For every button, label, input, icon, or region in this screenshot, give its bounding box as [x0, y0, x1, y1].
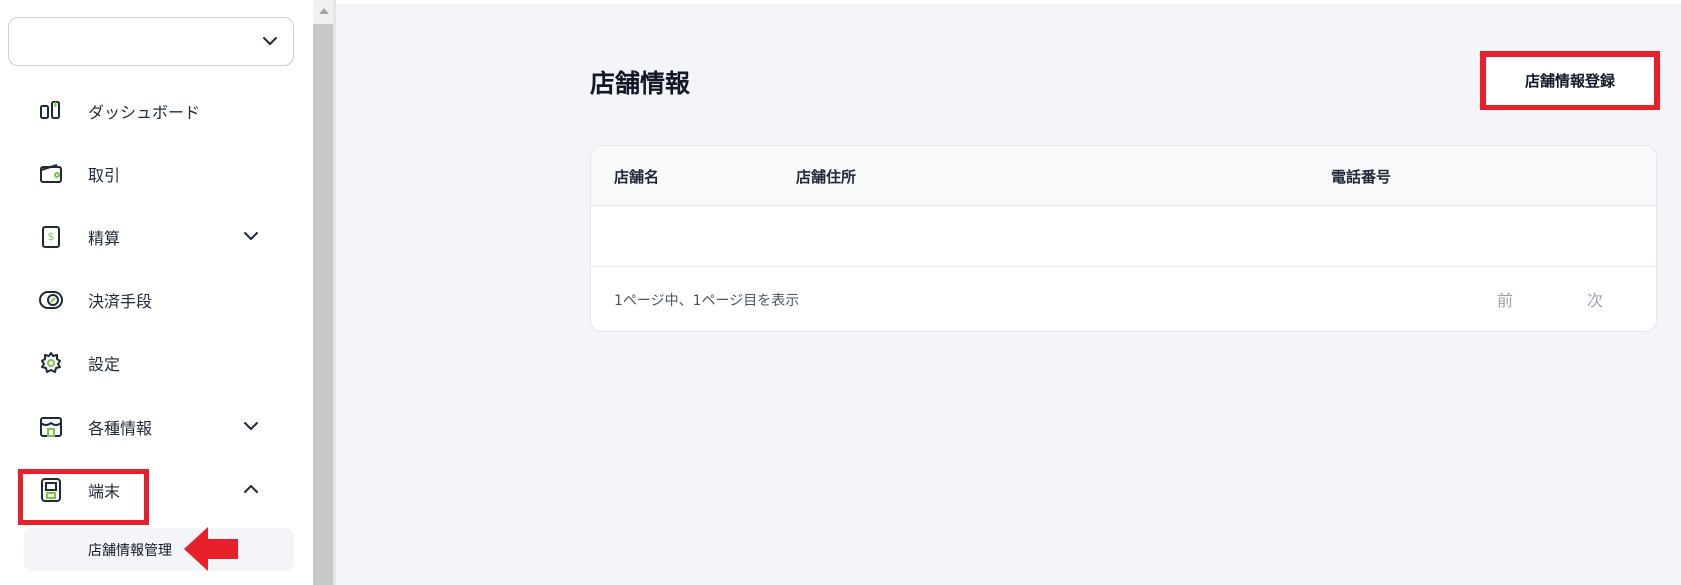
gear-icon — [38, 350, 64, 376]
dollar-receipt-icon: $ — [38, 224, 64, 250]
sidebar-item-label: 精算 — [88, 229, 121, 248]
sidebar-item-transactions[interactable]: 取引 — [0, 149, 294, 197]
dashboard-icon — [38, 98, 64, 124]
page-title: 店舗情報 — [590, 69, 691, 98]
store-table: 店舗名 店舗住所 電話番号 1ページ中、1ページ目を表示 前 次 — [590, 145, 1657, 332]
sidebar-subitem-store-info-management[interactable]: 店舗情報管理 — [24, 528, 294, 571]
top-divider — [336, 0, 1681, 4]
sidebar: ダッシュボード 取引 $ 精算 決済手段 設定 各種情報 端末 店舗情報管理 — [0, 0, 313, 585]
sidebar-subitem-label: 店舗情報管理 — [88, 543, 172, 559]
sidebar-item-label: 各種情報 — [88, 419, 153, 438]
sidebar-item-various-info[interactable]: 各種情報 — [0, 402, 294, 450]
red-arrow-left-icon — [184, 526, 240, 576]
store-icon — [38, 414, 64, 440]
scroll-up-arrow-icon — [319, 8, 329, 14]
sidebar-item-settlement[interactable]: $ 精算 — [0, 212, 294, 260]
pagination-summary: 1ページ中、1ページ目を表示 — [614, 293, 800, 309]
app-root: ダッシュボード 取引 $ 精算 決済手段 設定 各種情報 端末 店舗情報管理 店… — [0, 0, 1681, 585]
column-header-store-name: 店舗名 — [614, 168, 660, 186]
card-toggle-icon — [38, 287, 64, 313]
chevron-down-icon[interactable] — [242, 227, 260, 249]
prev-page-button[interactable]: 前 — [1497, 287, 1513, 311]
chevron-up-icon[interactable] — [242, 480, 260, 502]
sidebar-item-label: 決済手段 — [88, 292, 153, 311]
sidebar-item-settings[interactable]: 設定 — [0, 338, 294, 386]
scrollbar[interactable] — [313, 0, 336, 585]
column-header-store-address: 店舗住所 — [796, 168, 857, 186]
store-select[interactable] — [8, 17, 294, 66]
wallet-icon — [38, 161, 64, 187]
sidebar-item-label: 取引 — [88, 166, 121, 185]
sidebar-item-dashboard[interactable]: ダッシュボード — [0, 86, 294, 134]
chevron-down-icon — [261, 32, 279, 54]
sidebar-item-label: 設定 — [88, 355, 121, 374]
svg-text:$: $ — [48, 230, 55, 243]
main-content: 店舗情報 店舗情報登録 店舗名 店舗住所 電話番号 1ページ中、1ページ目を表示… — [336, 0, 1681, 585]
highlight-box — [18, 469, 149, 525]
table-header: 店舗名 店舗住所 電話番号 — [591, 146, 1656, 206]
chevron-down-icon[interactable] — [242, 417, 260, 439]
register-store-button[interactable]: 店舗情報登録 — [1486, 57, 1654, 105]
sidebar-item-label: ダッシュボード — [88, 103, 201, 122]
column-header-phone: 電話番号 — [1331, 168, 1392, 186]
sidebar-item-payment-methods[interactable]: 決済手段 — [0, 275, 294, 323]
table-empty-row — [591, 206, 1656, 267]
next-page-button[interactable]: 次 — [1587, 287, 1603, 311]
